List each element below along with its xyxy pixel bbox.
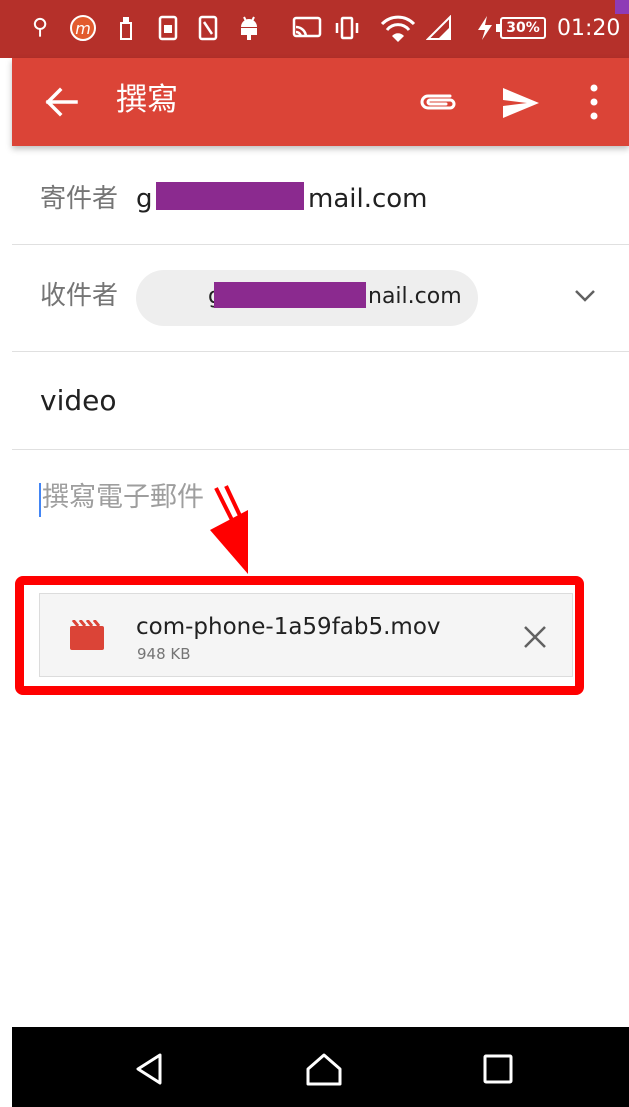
wifi-icon	[380, 15, 416, 42]
recipient-redaction	[214, 282, 366, 308]
from-address-suffix: mail.com	[308, 184, 428, 214]
android-icon	[241, 16, 257, 40]
corner-marker	[615, 0, 629, 14]
body-placeholder: 撰寫電子郵件	[42, 482, 204, 513]
sim-icon	[158, 15, 178, 41]
page-title: 撰寫	[116, 82, 178, 118]
from-label: 寄件者	[40, 184, 119, 214]
status-bar: ⚲ m 30% 01:20	[0, 0, 629, 58]
back-arrow-icon[interactable]	[42, 82, 82, 122]
text-cursor	[39, 483, 41, 517]
clock: 01:20	[557, 16, 621, 41]
navigation-bar	[12, 1027, 629, 1107]
to-row: 收件者 g nail.com	[12, 245, 629, 352]
subject-field[interactable]: video	[40, 382, 116, 420]
from-address-prefix: g	[136, 184, 153, 214]
usb-storage-icon	[120, 17, 132, 40]
battery-indicator: 30%	[496, 17, 546, 39]
close-icon[interactable]	[520, 622, 550, 652]
from-row[interactable]: 寄件者 g mail.com	[12, 146, 629, 245]
charging-icon	[478, 16, 492, 40]
attachment-card[interactable]: com-phone-1a59fab5.mov 948 KB	[39, 593, 573, 677]
paperclip-icon[interactable]	[416, 84, 460, 120]
usb-icon: ⚲	[32, 15, 49, 40]
svg-text:m: m	[75, 19, 91, 38]
nav-home-icon[interactable]	[304, 1049, 344, 1089]
nav-recent-apps-icon[interactable]	[478, 1049, 518, 1089]
annotation-arrow-icon	[210, 485, 248, 574]
recipient-address-suffix: nail.com	[368, 284, 462, 309]
app-bar: 撰寫	[12, 58, 629, 146]
to-label: 收件者	[40, 281, 119, 311]
attachment-size: 948 KB	[137, 645, 191, 663]
subject-row[interactable]: video	[12, 352, 629, 450]
nfc-icon	[198, 15, 218, 41]
attachment-name: com-phone-1a59fab5.mov	[136, 614, 441, 640]
recipient-chip[interactable]: g nail.com	[136, 270, 478, 326]
more-vert-icon[interactable]	[582, 80, 606, 124]
body-field[interactable]: 撰寫電子郵件	[12, 450, 629, 570]
from-redaction	[156, 182, 304, 210]
nav-back-icon[interactable]	[130, 1049, 170, 1089]
vibrate-icon	[335, 16, 359, 40]
m-app-icon: m	[70, 15, 96, 41]
signal-icon	[426, 15, 451, 40]
movie-clapper-icon	[70, 620, 104, 650]
send-icon[interactable]	[500, 82, 542, 124]
cast-icon	[292, 16, 322, 38]
chevron-down-icon[interactable]	[570, 281, 600, 311]
